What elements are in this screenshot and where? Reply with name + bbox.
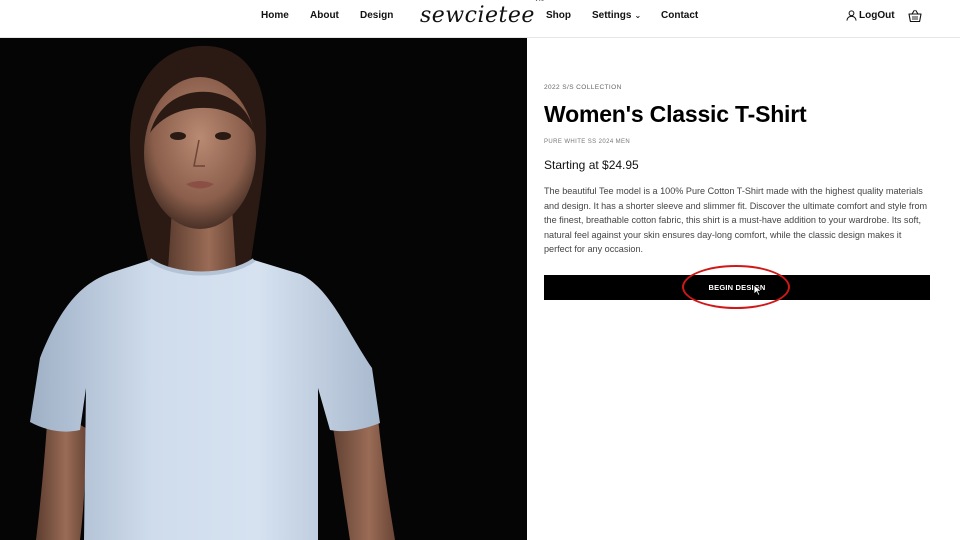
chevron-down-icon: ⌄ [634, 11, 642, 20]
logout-link[interactable]: LogOut [846, 10, 895, 21]
nav-settings[interactable]: Settings ⌄ [592, 10, 641, 21]
site-header: Home About Design sewcieteeTM Shop Setti… [0, 0, 960, 38]
product-title: Women's Classic T-Shirt [544, 101, 807, 127]
nav-design[interactable]: Design [360, 10, 393, 21]
nav-about[interactable]: About [310, 10, 339, 21]
model-photo [0, 38, 527, 540]
product-hero-image [0, 38, 527, 540]
nav-home[interactable]: Home [261, 10, 289, 21]
collection-label: 2022 S/S COLLECTION [544, 84, 622, 91]
product-price: Starting at $24.95 [544, 158, 639, 172]
basket-icon[interactable] [908, 9, 922, 23]
logo-trademark: TM [535, 0, 544, 3]
logo-text: sewcietee [420, 3, 535, 28]
nav-shop[interactable]: Shop [546, 10, 571, 21]
logout-label: LogOut [859, 10, 895, 21]
nav-settings-label: Settings [592, 10, 632, 21]
site-logo[interactable]: sewcieteeTM [420, 0, 544, 28]
user-icon [846, 10, 857, 21]
product-sku: PURE WHITE SS 2024 MEN [544, 139, 631, 145]
begin-design-button[interactable]: BEGIN DESIGN [544, 275, 930, 300]
nav-contact[interactable]: Contact [661, 10, 698, 21]
product-description: The beautiful Tee model is a 100% Pure C… [544, 186, 928, 255]
